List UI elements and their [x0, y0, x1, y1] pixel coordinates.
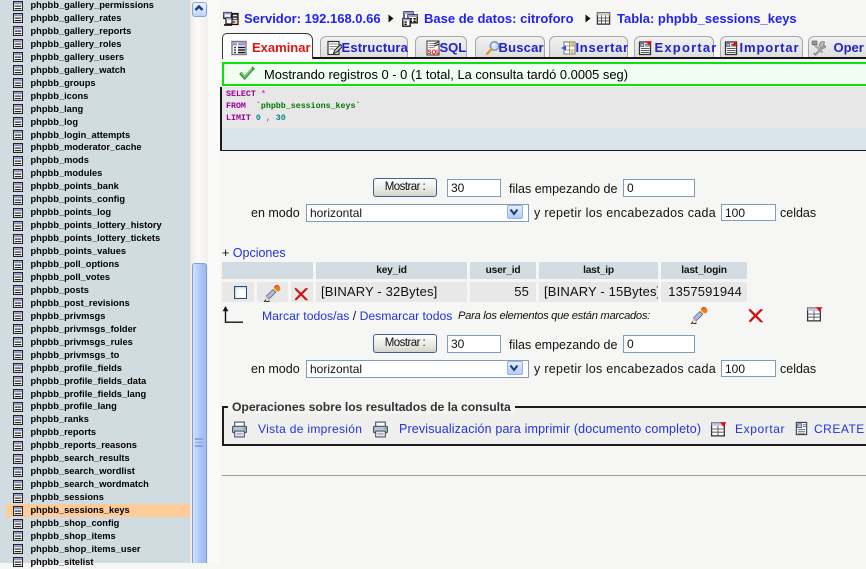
svg-text:SQL: SQL — [428, 50, 441, 56]
